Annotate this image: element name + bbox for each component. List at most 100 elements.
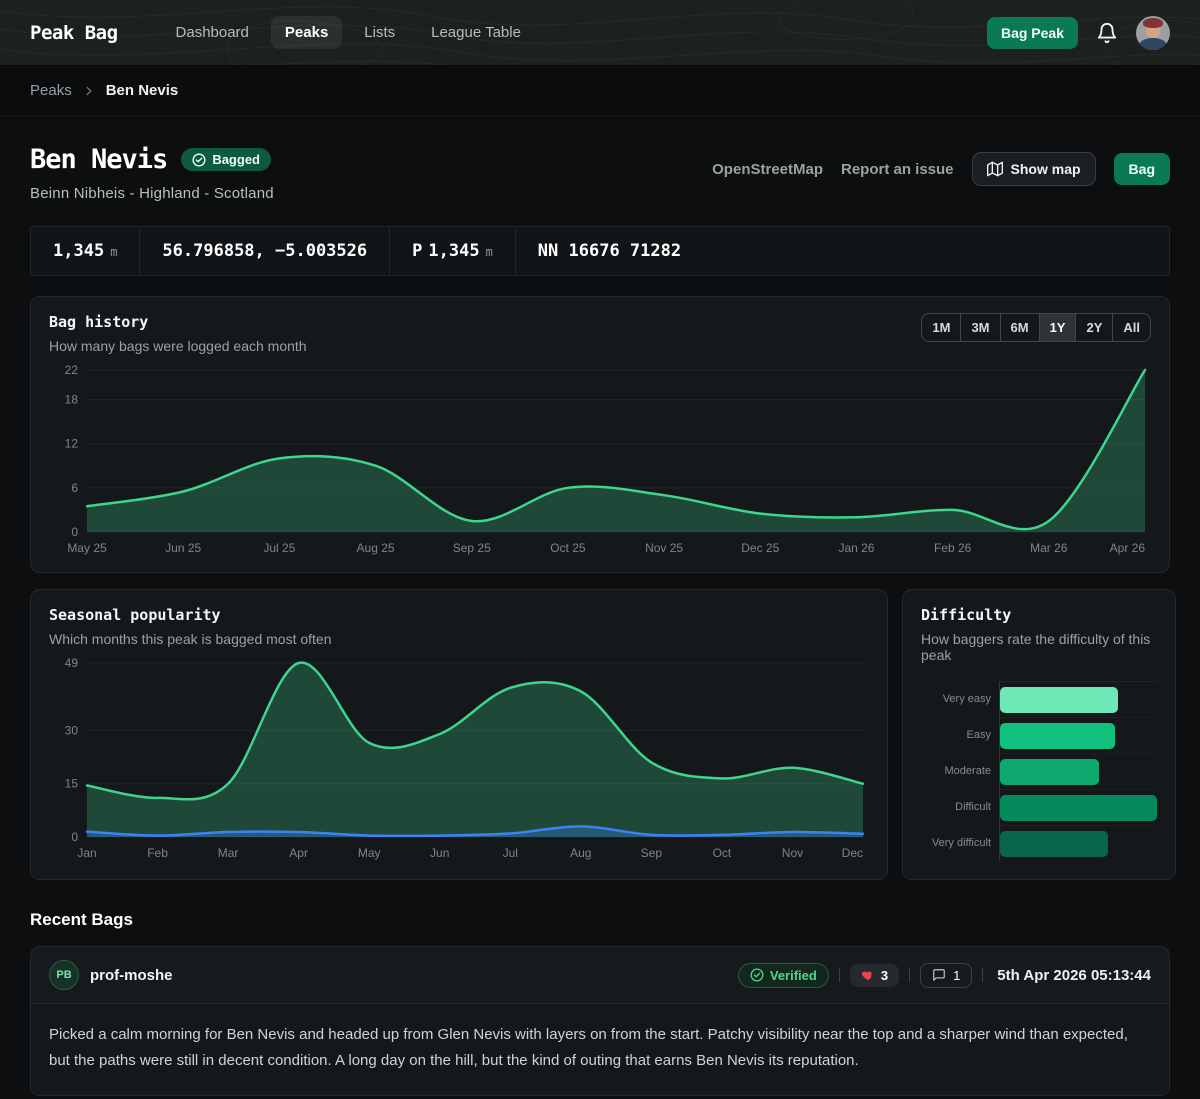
- notifications-button[interactable]: [1096, 22, 1118, 44]
- difficulty-label: Moderate: [921, 765, 999, 777]
- series-area: [87, 370, 1145, 532]
- divider: [909, 968, 910, 982]
- peak-subtitle: Beinn Nibheis - Highland - Scotland: [30, 185, 274, 202]
- nav-item-lists[interactable]: Lists: [350, 16, 409, 49]
- difficulty-card: Difficulty How baggers rate the difficul…: [902, 589, 1176, 880]
- x-tick-label: Mar 26: [1030, 541, 1068, 555]
- y-tick-label: 15: [65, 777, 79, 791]
- bell-icon: [1096, 22, 1118, 44]
- bag-comment: Picked a calm morning for Ben Nevis and …: [31, 1004, 1169, 1095]
- prominence-prefix: P: [412, 241, 422, 261]
- y-tick-label: 0: [71, 525, 78, 539]
- nav-item-dashboard[interactable]: Dashboard: [162, 16, 263, 49]
- seasonal-subtitle: Which months this peak is bagged most of…: [49, 631, 869, 647]
- bag-button[interactable]: Bag: [1114, 153, 1170, 185]
- range-button-1y[interactable]: 1Y: [1040, 314, 1077, 341]
- seasonal-title: Seasonal popularity: [49, 606, 869, 624]
- x-tick-label: Nov: [782, 846, 803, 860]
- difficulty-row: Moderate: [921, 753, 1157, 789]
- stat-prominence: P 1,345 m: [390, 227, 516, 275]
- x-tick-label: Mar: [218, 846, 239, 860]
- bag-history-subtitle: How many bags were logged each month: [49, 338, 307, 354]
- chevron-right-icon: [82, 84, 96, 98]
- show-map-label: Show map: [1011, 161, 1081, 177]
- breadcrumb-peaks-link[interactable]: Peaks: [30, 82, 72, 99]
- range-button-6m[interactable]: 6M: [1001, 314, 1040, 341]
- nav-item-peaks[interactable]: Peaks: [271, 16, 342, 49]
- page-title: Ben Nevis: [30, 144, 167, 175]
- coordinates-value: 56.796858, −5.003526: [162, 241, 367, 261]
- y-tick-label: 6: [71, 481, 78, 495]
- avatar-cap: [1143, 18, 1163, 28]
- stat-grid-reference: NN 16676 71282: [516, 227, 703, 275]
- recent-bags-heading: Recent Bags: [30, 910, 1170, 930]
- x-tick-label: Jun 25: [165, 541, 201, 555]
- difficulty-bar: [1000, 687, 1118, 713]
- likes-count: 3: [881, 968, 888, 983]
- difficulty-row: Very difficult: [921, 825, 1157, 861]
- breadcrumb-current: Ben Nevis: [106, 82, 179, 99]
- difficulty-track: [999, 717, 1157, 753]
- recent-bag-meta: Verified 3 1 5th Apr 2026 05:1: [738, 963, 1151, 988]
- difficulty-label: Very difficult: [921, 837, 999, 849]
- divider: [839, 968, 840, 982]
- difficulty-track: [999, 825, 1157, 861]
- stat-elevation: 1,345 m: [31, 227, 140, 275]
- difficulty-bar: [1000, 795, 1157, 821]
- x-tick-label: Jul 25: [263, 541, 295, 555]
- range-selector: 1M3M6M1Y2YAll: [921, 313, 1151, 342]
- x-tick-label: Nov 25: [645, 541, 683, 555]
- difficulty-label: Difficult: [921, 801, 999, 813]
- comments-button[interactable]: 1: [920, 963, 972, 988]
- grid-reference-value: NN 16676 71282: [538, 241, 681, 261]
- x-tick-label: Jan 26: [838, 541, 874, 555]
- nav-actions: Bag Peak: [987, 16, 1170, 50]
- bag-history-chart: 06121822May 25Jun 25Jul 25Aug 25Sep 25Oc…: [49, 360, 1151, 560]
- difficulty-track: [999, 789, 1157, 825]
- x-tick-label: May: [358, 846, 381, 860]
- range-button-1m[interactable]: 1M: [922, 314, 961, 341]
- x-tick-label: Apr 26: [1110, 541, 1146, 555]
- recent-bag-header: PB prof-moshe Verified 3: [31, 947, 1169, 1004]
- likes-button[interactable]: 3: [850, 964, 899, 987]
- y-tick-label: 30: [65, 723, 79, 737]
- x-tick-label: Oct 25: [550, 541, 586, 555]
- range-button-3m[interactable]: 3M: [961, 314, 1000, 341]
- y-tick-label: 18: [65, 392, 79, 406]
- x-tick-label: Aug 25: [357, 541, 395, 555]
- main-nav: Dashboard Peaks Lists League Table: [162, 16, 987, 49]
- x-tick-label: May 25: [67, 541, 107, 555]
- avatar-shirt: [1139, 38, 1166, 50]
- comment-icon: [932, 968, 946, 982]
- difficulty-bar: [1000, 759, 1099, 785]
- x-tick-label: Apr: [289, 846, 308, 860]
- range-button-all[interactable]: All: [1113, 314, 1150, 341]
- seasonal-chart: 0153049JanFebMarAprMayJunJulAugSepOctNov…: [49, 653, 869, 865]
- prominence-unit: m: [486, 245, 493, 259]
- map-icon: [987, 161, 1003, 177]
- range-button-2y[interactable]: 2Y: [1076, 314, 1113, 341]
- y-tick-label: 0: [71, 830, 78, 844]
- app-logo[interactable]: Peak Bag: [30, 22, 118, 44]
- report-issue-link[interactable]: Report an issue: [841, 161, 954, 178]
- nav-item-league-table[interactable]: League Table: [417, 16, 535, 49]
- top-nav: Peak Bag Dashboard Peaks Lists League Ta…: [0, 0, 1200, 66]
- bag-peak-button[interactable]: Bag Peak: [987, 17, 1078, 49]
- bagger-avatar[interactable]: PB: [49, 960, 79, 990]
- x-tick-label: Aug: [570, 846, 591, 860]
- user-avatar[interactable]: [1136, 16, 1170, 50]
- verified-badge: Verified: [738, 963, 829, 988]
- seasonal-popularity-card: Seasonal popularity Which months this pe…: [30, 589, 888, 880]
- difficulty-track: [999, 753, 1157, 789]
- x-tick-label: Sep: [641, 846, 663, 860]
- divider: [982, 968, 983, 982]
- recent-bag-card: PB prof-moshe Verified 3: [30, 946, 1170, 1096]
- prominence-value: 1,345: [428, 241, 479, 261]
- elevation-unit: m: [110, 245, 117, 259]
- openstreetmap-link[interactable]: OpenStreetMap: [712, 161, 823, 178]
- x-tick-label: Dec 25: [741, 541, 779, 555]
- x-tick-label: Dec: [842, 846, 863, 860]
- show-map-button[interactable]: Show map: [972, 152, 1096, 186]
- difficulty-track: [999, 681, 1157, 717]
- bagger-username[interactable]: prof-moshe: [90, 967, 173, 984]
